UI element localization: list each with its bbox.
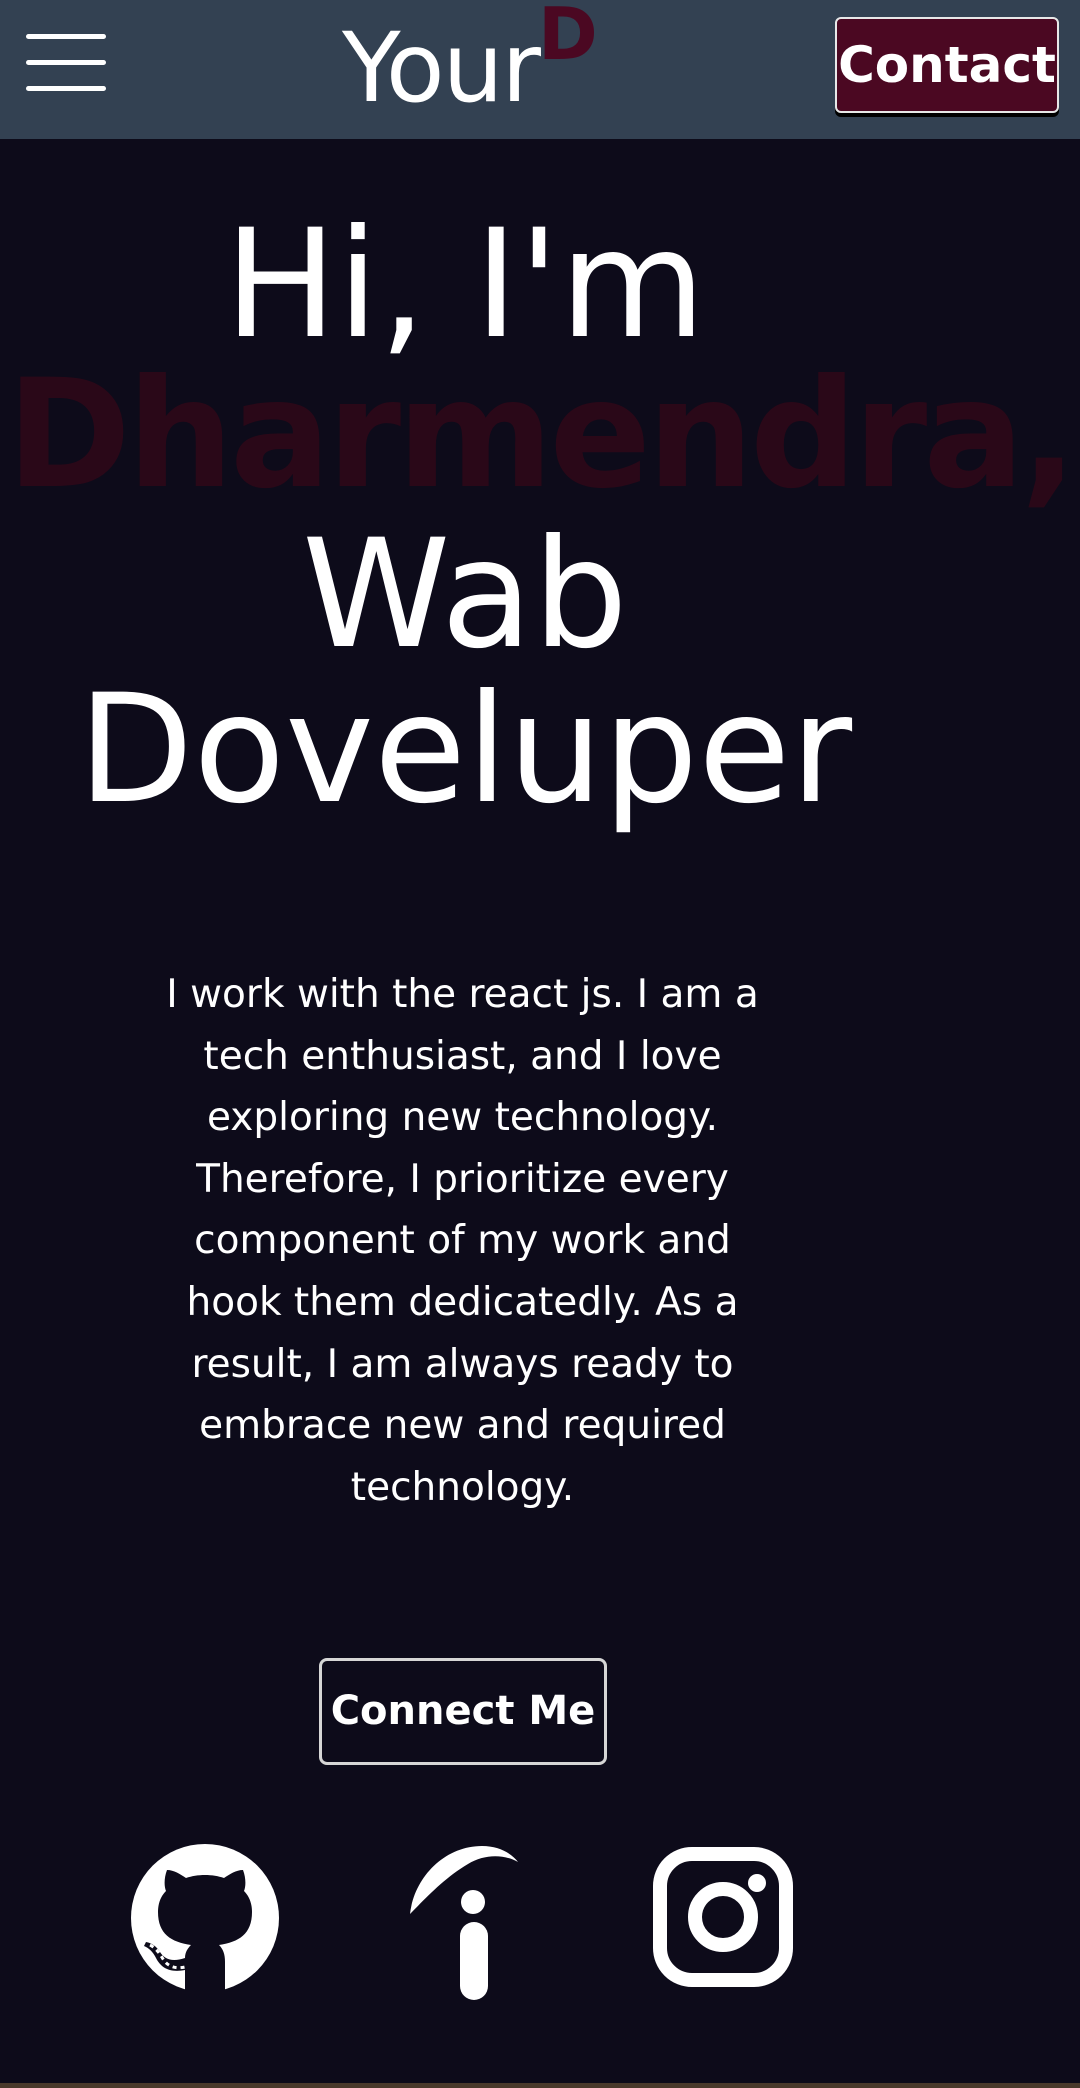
hero-role-line-1: Wab: [302, 508, 628, 682]
github-link[interactable]: [130, 1842, 280, 2000]
contact-button[interactable]: Contact: [835, 17, 1059, 113]
hero-role-line-2: Doveluper: [77, 663, 853, 837]
menu-bar-line: [26, 34, 106, 39]
hashnode-link[interactable]: [400, 1842, 550, 2000]
menu-bar-line: [26, 86, 106, 91]
portfolio-page: Your D Contact Hi, I'm Dharmendra, Wab D…: [0, 0, 1080, 2088]
hero-bio: I work with the react js. I am a tech en…: [166, 972, 759, 1510]
hero-greeting: Hi, I'm: [224, 198, 706, 372]
instagram-icon: [653, 1847, 793, 1987]
github-icon: [131, 1844, 279, 1992]
menu-bar-line: [26, 60, 106, 65]
top-navigation-bar: Your D Contact: [0, 0, 1080, 139]
instagram-link[interactable]: [650, 1842, 800, 2000]
connect-me-button[interactable]: Connect Me: [319, 1658, 607, 1765]
hero-name: Dharmendra,: [6, 348, 1078, 522]
hashnode-icon: [410, 1846, 518, 2000]
footer-divider: [0, 2083, 1080, 2088]
site-logo[interactable]: Your D: [342, 0, 598, 128]
logo-superscript: D: [538, 0, 598, 76]
logo-text: Your: [342, 12, 541, 124]
hamburger-menu-icon[interactable]: [26, 34, 108, 92]
